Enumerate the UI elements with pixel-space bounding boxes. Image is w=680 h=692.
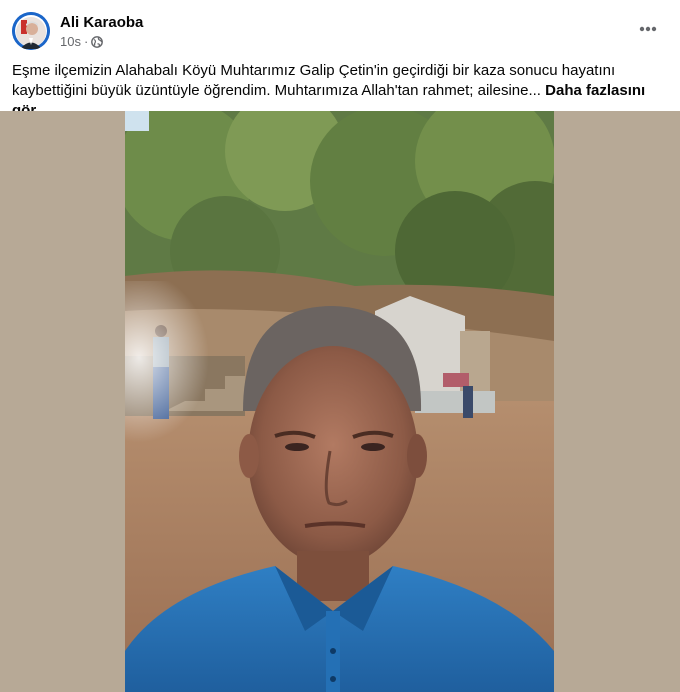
more-options-icon[interactable]	[630, 14, 666, 44]
post-photo[interactable]	[125, 111, 554, 692]
facebook-post: Ali Karaoba 10s · Eşme ilçemizin Alahaba…	[0, 0, 680, 692]
author-avatar[interactable]	[12, 12, 50, 50]
post-body: Eşme ilçemizin Alahabalı Köyü Muhtarımız…	[12, 62, 616, 99]
post-header: Ali Karaoba 10s ·	[0, 0, 680, 58]
globe-icon[interactable]	[91, 35, 104, 48]
selfie-photo-image	[125, 111, 554, 692]
avatar-portrait-icon	[12, 12, 50, 50]
author-name[interactable]: Ali Karaoba	[60, 14, 143, 31]
post-timestamp[interactable]: 10s	[60, 34, 81, 49]
post-meta: 10s ·	[60, 34, 104, 49]
post-media[interactable]	[0, 111, 680, 692]
meta-separator: ·	[83, 34, 89, 49]
